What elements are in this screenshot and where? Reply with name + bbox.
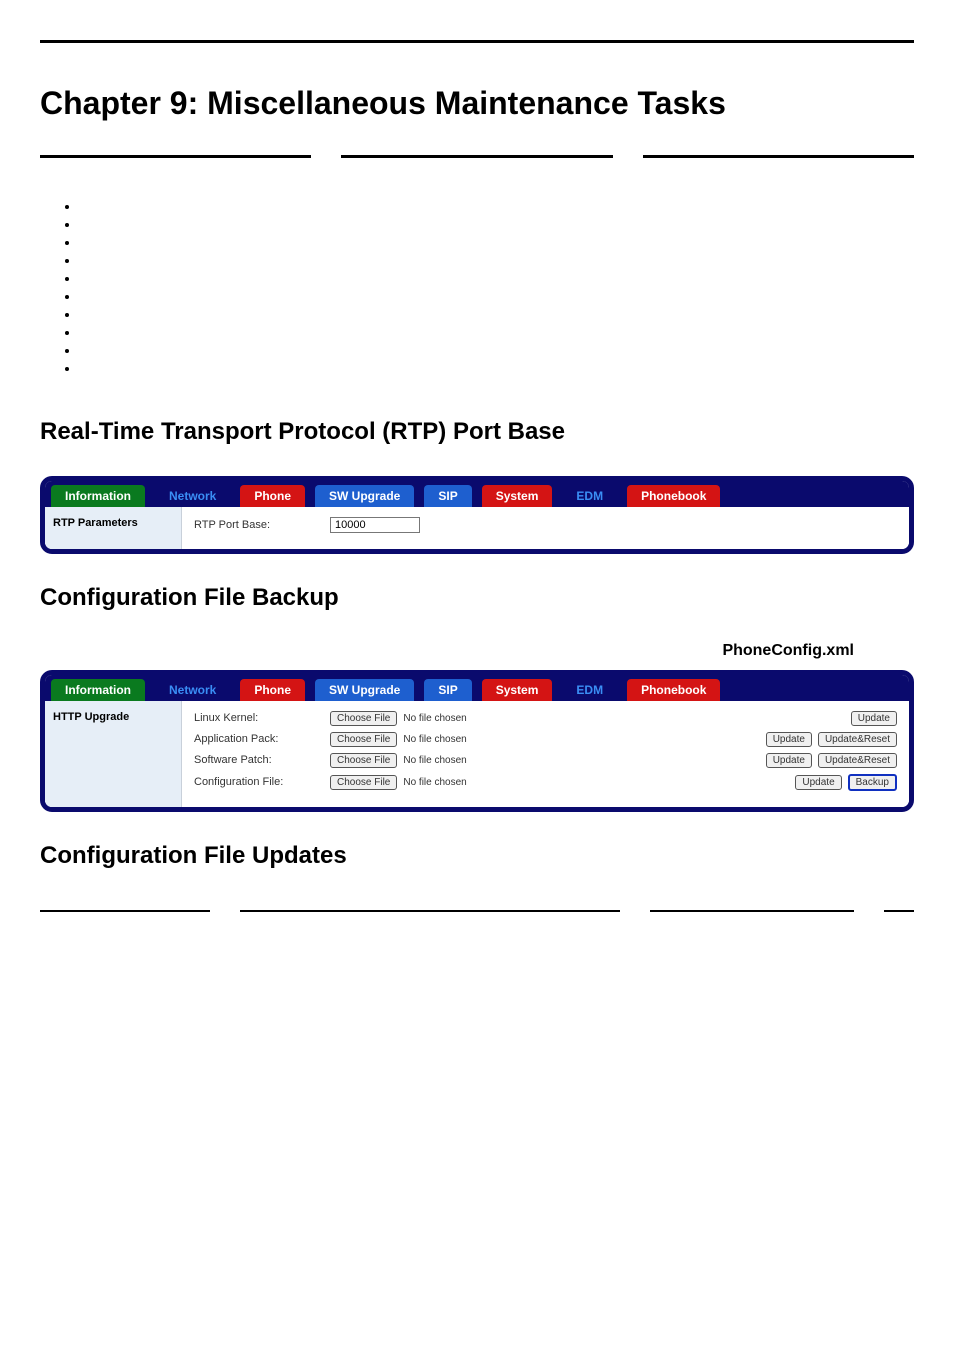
tab-network[interactable]: Network — [155, 485, 230, 507]
section-backup-title: Configuration File Backup — [40, 584, 914, 612]
update-button[interactable]: Update — [766, 753, 812, 768]
http-upgrade-panel: Information Network Phone SW Upgrade SIP… — [40, 670, 914, 812]
chapter-title: Chapter 9: Miscellaneous Maintenance Tas… — [40, 83, 914, 125]
no-file-text: No file chosen — [403, 734, 466, 745]
choose-file-button[interactable]: Choose File — [330, 711, 397, 726]
tab-sip[interactable]: SIP — [424, 679, 471, 701]
rtp-port-base-input[interactable] — [330, 517, 420, 533]
tab-system[interactable]: System — [482, 485, 553, 507]
backup-button[interactable]: Backup — [848, 774, 897, 791]
http-upgrade-side-label: HTTP Upgrade — [45, 701, 182, 807]
tab-sip[interactable]: SIP — [424, 485, 471, 507]
update-button[interactable]: Update — [851, 711, 897, 726]
rtp-panel: Information Network Phone SW Upgrade SIP… — [40, 476, 914, 554]
kernel-label: Linux Kernel: — [194, 712, 324, 724]
choose-file-button[interactable]: Choose File — [330, 775, 397, 790]
update-reset-button[interactable]: Update&Reset — [818, 732, 897, 747]
app-label: Application Pack: — [194, 733, 324, 745]
tab-phone[interactable]: Phone — [240, 485, 305, 507]
tab-sw-upgrade[interactable]: SW Upgrade — [315, 679, 414, 701]
tab-phonebook[interactable]: Phonebook — [627, 679, 720, 701]
section-rtp-title: Real-Time Transport Protocol (RTP) Port … — [40, 418, 914, 446]
patch-label: Software Patch: — [194, 754, 324, 766]
update-reset-button[interactable]: Update&Reset — [818, 753, 897, 768]
tab-information[interactable]: Information — [51, 679, 145, 701]
tab-phone[interactable]: Phone — [240, 679, 305, 701]
update-button[interactable]: Update — [766, 732, 812, 747]
tab-edm[interactable]: EDM — [562, 485, 617, 507]
tab-sw-upgrade[interactable]: SW Upgrade — [315, 485, 414, 507]
update-button[interactable]: Update — [795, 775, 841, 790]
tab-row: Information Network Phone SW Upgrade SIP… — [45, 481, 909, 507]
tab-information[interactable]: Information — [51, 485, 145, 507]
no-file-text: No file chosen — [403, 713, 466, 724]
separator-row — [40, 155, 914, 158]
choose-file-button[interactable]: Choose File — [330, 732, 397, 747]
top-rule — [40, 40, 914, 43]
no-file-text: No file chosen — [403, 777, 466, 788]
tab-row-2: Information Network Phone SW Upgrade SIP… — [45, 675, 909, 701]
config-label: Configuration File: — [194, 776, 324, 788]
no-file-text: No file chosen — [403, 755, 466, 766]
section-updates-title: Configuration File Updates — [40, 842, 914, 870]
backup-filename: PhoneConfig.xml — [40, 642, 854, 660]
tab-phonebook[interactable]: Phonebook — [627, 485, 720, 507]
tab-network[interactable]: Network — [155, 679, 230, 701]
rtp-port-base-label: RTP Port Base: — [194, 519, 324, 531]
tab-system[interactable]: System — [482, 679, 553, 701]
rtp-side-label: RTP Parameters — [45, 507, 182, 549]
tab-edm[interactable]: EDM — [562, 679, 617, 701]
bullet-list — [80, 198, 914, 378]
choose-file-button[interactable]: Choose File — [330, 753, 397, 768]
bottom-separator — [40, 910, 914, 912]
